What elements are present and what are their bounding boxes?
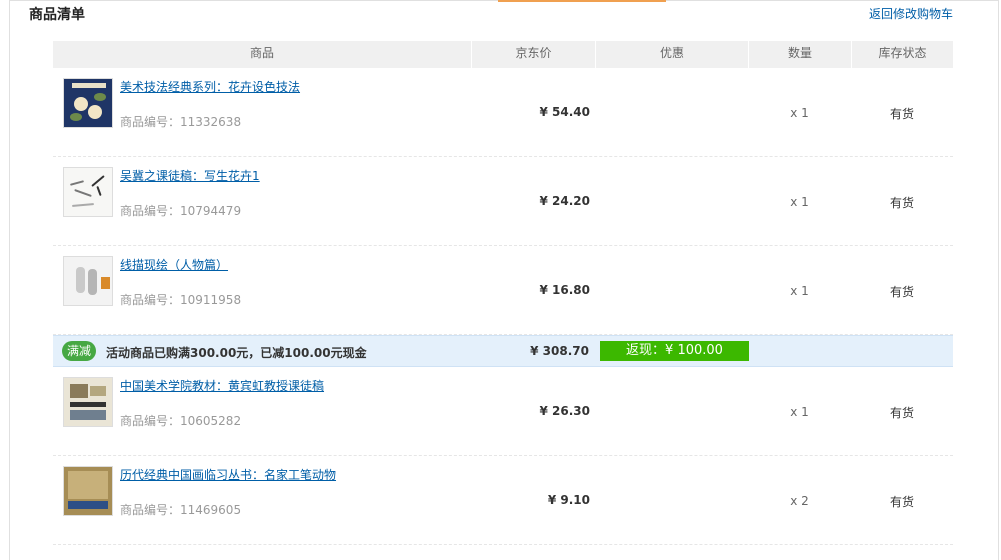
product-name-link[interactable]: 历代经典中国画临习丛书：名家工笔动物 (120, 466, 336, 483)
stock-status: 有货 (889, 495, 914, 509)
product-price: ¥ 24.20 (539, 194, 590, 208)
promotion-bar: 满减 活动商品已购满300.00元，已减100.00元现金 ¥ 308.70 返… (53, 335, 953, 367)
table-row: 美术技法经典系列：花卉设色技法 商品编号：11332638 ¥ 54.40 x … (53, 68, 953, 157)
product-price: ¥ 16.80 (539, 283, 590, 297)
page-title: 商品清单 (29, 7, 85, 23)
header-discount: 优惠 (595, 41, 748, 68)
promotion-text: 活动商品已购满300.00元，已减100.00元现金 (106, 346, 367, 360)
product-thumbnail[interactable] (63, 377, 113, 427)
product-thumbnail[interactable] (63, 78, 113, 128)
product-name-link[interactable]: 吴冀之课徒稿：写生花卉1 (120, 167, 260, 184)
table-row: 线描现绘（人物篇） 商品编号：10911958 ¥ 16.80 x 1 有货 (53, 246, 953, 335)
product-sku: 商品编号：11469605 (120, 503, 242, 517)
stock-status: 有货 (889, 406, 914, 420)
product-price: ¥ 9.10 (547, 493, 590, 507)
product-thumbnail[interactable] (63, 466, 113, 516)
product-name-link[interactable]: 中国美术学院教材：黄宾虹教授课徒稿 (120, 377, 324, 394)
active-tab-indicator (498, 0, 666, 2)
rebate-label: 返现：¥ 100.00 (600, 341, 749, 361)
stock-status: 有货 (889, 107, 914, 121)
product-name-link[interactable]: 美术技法经典系列：花卉设色技法 (120, 78, 300, 95)
header-goods: 商品 (249, 46, 274, 60)
product-price: ¥ 26.30 (539, 404, 590, 418)
product-quantity: x 2 (790, 494, 809, 508)
back-to-cart-link[interactable]: 返回修改购物车 (869, 5, 953, 22)
table-row: 吴冀之课徒稿：写生花卉1 商品编号：10794479 ¥ 24.20 x 1 有… (53, 157, 953, 246)
product-sku: 商品编号：10911958 (120, 293, 242, 307)
promotion-total: ¥ 308.70 (530, 344, 589, 358)
product-sku: 商品编号：10794479 (120, 204, 242, 218)
product-thumbnail[interactable] (63, 256, 113, 306)
product-thumbnail[interactable] (63, 167, 113, 217)
table-row: 历代经典中国画临习丛书：名家工笔动物 商品编号：11469605 ¥ 9.10 … (53, 456, 953, 545)
header-price: 京东价 (471, 41, 595, 68)
product-quantity: x 1 (790, 405, 809, 419)
product-sku: 商品编号：10605282 (120, 414, 242, 428)
product-price: ¥ 54.40 (539, 105, 590, 119)
table-row: 中国美术学院教材：黄宾虹教授课徒稿 商品编号：10605282 ¥ 26.30 … (53, 367, 953, 456)
product-quantity: x 1 (790, 106, 809, 120)
product-name-link[interactable]: 线描现绘（人物篇） (120, 256, 228, 273)
product-quantity: x 1 (790, 195, 809, 209)
full-reduction-badge: 满减 (62, 341, 96, 361)
stock-status: 有货 (889, 285, 914, 299)
header-quantity: 数量 (748, 41, 851, 68)
table-header: 商品 京东价 优惠 数量 库存状态 (53, 41, 953, 68)
product-quantity: x 1 (790, 284, 809, 298)
product-sku: 商品编号：11332638 (120, 115, 242, 129)
header-stock: 库存状态 (851, 41, 953, 68)
stock-status: 有货 (889, 196, 914, 210)
